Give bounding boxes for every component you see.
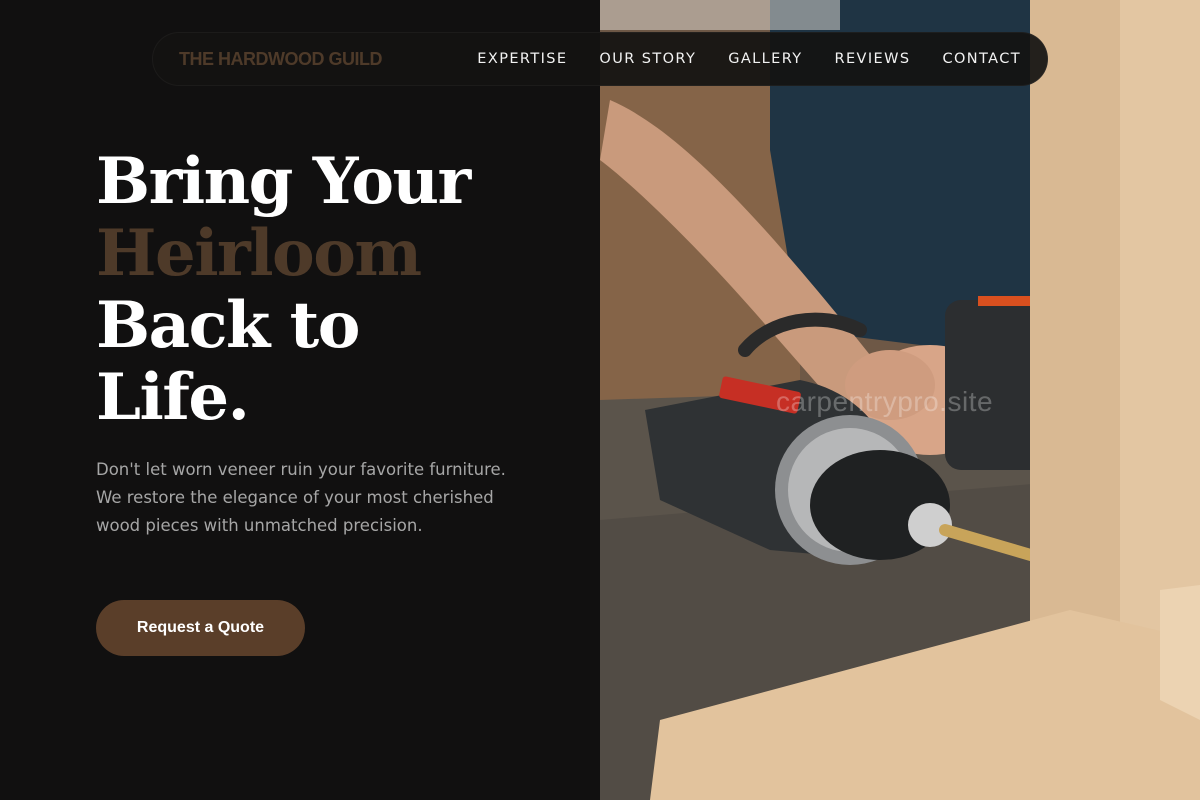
- hero-description: Don't let worn veneer ruin your favorite…: [96, 460, 506, 535]
- nav-link-reviews[interactable]: REVIEWS: [835, 51, 911, 67]
- hero-title: Bring Your Heirloom Back to Life.: [96, 146, 536, 434]
- watermark-text: carpentrypro.site: [776, 386, 994, 417]
- hero-title-line-4: Life.: [96, 360, 250, 435]
- top-navbar: THE HARDWOOD GUILD EXPERTISE OUR STORY G…: [152, 32, 1048, 86]
- nav-link-contact[interactable]: CONTACT: [942, 51, 1021, 67]
- hero-title-line-1: Bring Your: [96, 144, 471, 219]
- nav-link-gallery[interactable]: GALLERY: [728, 51, 802, 67]
- hero-title-line-3: Back to: [96, 288, 360, 363]
- nav-links: EXPERTISE OUR STORY GALLERY REVIEWS CONT…: [477, 51, 1021, 67]
- hero-section: Bring Your Heirloom Back to Life.: [96, 146, 536, 434]
- hero-photo: carpentrypro.site: [600, 0, 1200, 800]
- nav-link-our-story[interactable]: OUR STORY: [599, 51, 696, 67]
- brand-logo[interactable]: THE HARDWOOD GUILD: [179, 49, 382, 70]
- request-quote-button[interactable]: Request a Quote: [96, 600, 305, 656]
- hero-title-accent: Heirloom: [96, 216, 422, 291]
- nav-link-expertise[interactable]: EXPERTISE: [477, 51, 567, 67]
